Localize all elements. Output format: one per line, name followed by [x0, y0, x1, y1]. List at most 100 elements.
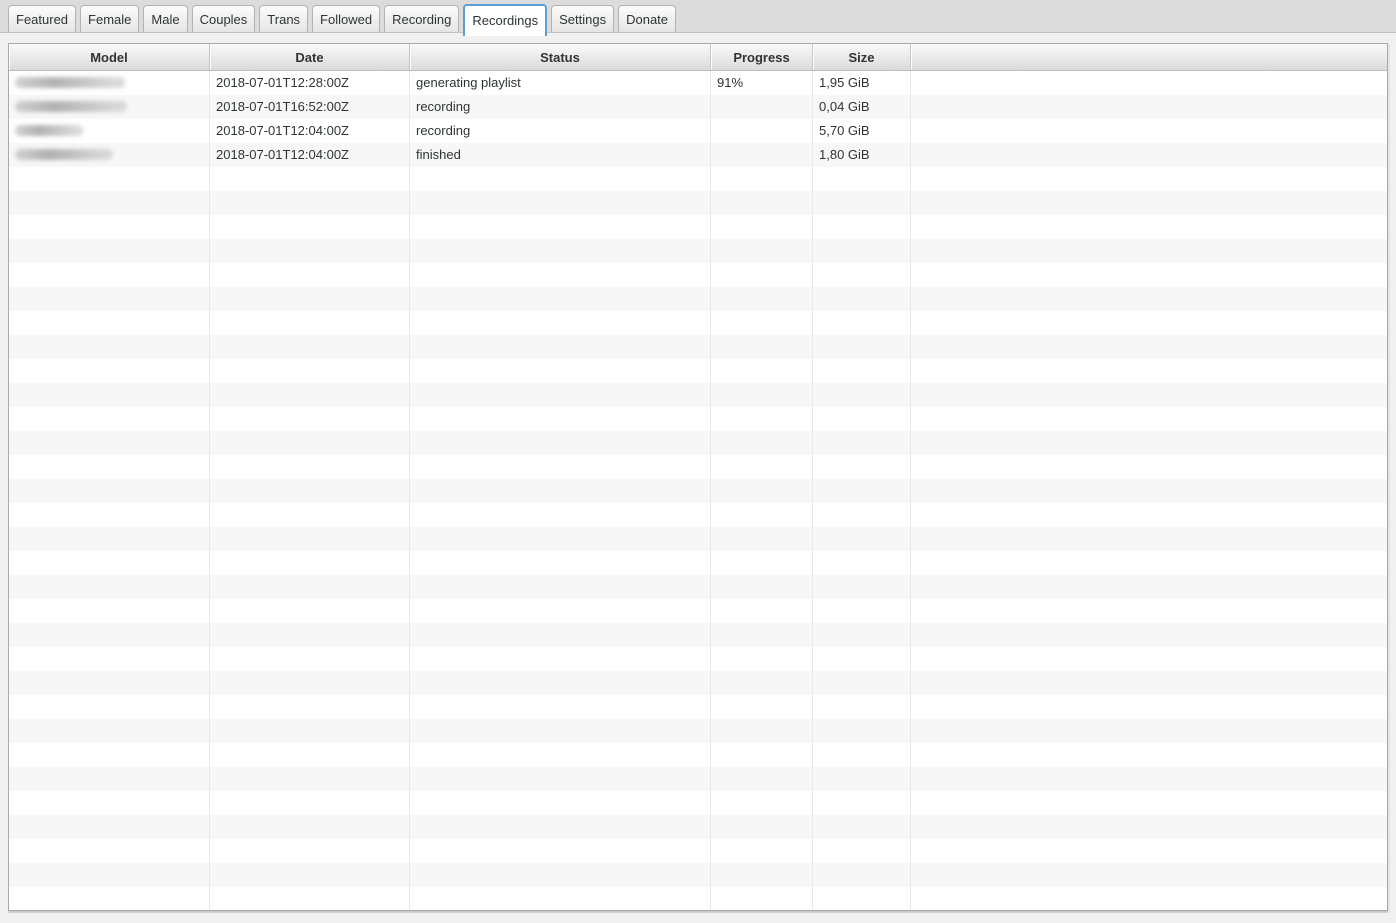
- cell-status: [410, 503, 711, 527]
- cell-spacer: [911, 815, 1387, 839]
- tab-couples[interactable]: Couples: [192, 5, 256, 32]
- cell-model: [9, 719, 210, 743]
- cell-progress: [711, 527, 813, 551]
- cell-status: [410, 839, 711, 863]
- cell-size: [813, 311, 911, 335]
- cell-status: [410, 647, 711, 671]
- cell-model: [9, 335, 210, 359]
- cell-spacer: [911, 599, 1387, 623]
- tab-female[interactable]: Female: [80, 5, 139, 32]
- cell-size: [813, 527, 911, 551]
- column-header-progress[interactable]: Progress: [711, 44, 813, 70]
- cell-status: [410, 575, 711, 599]
- cell-spacer: [911, 887, 1387, 911]
- recordings-table: ModelDateStatusProgressSize 2018-07-01T1…: [8, 43, 1388, 911]
- cell-progress: [711, 359, 813, 383]
- cell-size: [813, 191, 911, 215]
- cell-spacer: [911, 431, 1387, 455]
- cell-spacer: [911, 575, 1387, 599]
- tab-recordings[interactable]: Recordings: [463, 4, 547, 36]
- column-header-model[interactable]: Model: [9, 44, 210, 70]
- cell-spacer: [911, 623, 1387, 647]
- empty-row: [9, 239, 1387, 263]
- empty-row: [9, 479, 1387, 503]
- cell-model: [9, 863, 210, 887]
- recording-row[interactable]: 2018-07-01T16:52:00Zrecording0,04 GiB: [9, 95, 1387, 119]
- cell-date: [210, 263, 410, 287]
- recording-row[interactable]: 2018-07-01T12:04:00Zfinished1,80 GiB: [9, 143, 1387, 167]
- cell-spacer: [911, 743, 1387, 767]
- column-header-status[interactable]: Status: [410, 44, 711, 70]
- empty-row: [9, 551, 1387, 575]
- tab-featured[interactable]: Featured: [8, 5, 76, 32]
- cell-model: [9, 575, 210, 599]
- cell-model: [9, 767, 210, 791]
- column-header-date[interactable]: Date: [210, 44, 410, 70]
- cell-progress: [711, 239, 813, 263]
- cell-date: [210, 407, 410, 431]
- recording-row[interactable]: 2018-07-01T12:28:00Zgenerating playlist9…: [9, 71, 1387, 95]
- cell-progress: [711, 455, 813, 479]
- cell-date: [210, 887, 410, 911]
- cell-progress: [711, 215, 813, 239]
- cell-progress: [711, 143, 813, 167]
- tab-trans[interactable]: Trans: [259, 5, 308, 32]
- tab-donate[interactable]: Donate: [618, 5, 676, 32]
- recording-row[interactable]: 2018-07-01T12:04:00Zrecording5,70 GiB: [9, 119, 1387, 143]
- cell-model: [9, 167, 210, 191]
- cell-spacer: [911, 335, 1387, 359]
- cell-date: [210, 791, 410, 815]
- cell-status: [410, 767, 711, 791]
- cell-spacer: [911, 95, 1387, 119]
- cell-spacer: [911, 863, 1387, 887]
- cell-status: [410, 623, 711, 647]
- tab-followed[interactable]: Followed: [312, 5, 380, 32]
- empty-row: [9, 383, 1387, 407]
- cell-model: [9, 503, 210, 527]
- column-header-size[interactable]: Size: [813, 44, 911, 70]
- cell-date: [210, 647, 410, 671]
- cell-model: [9, 743, 210, 767]
- cell-status: [410, 407, 711, 431]
- cell-spacer: [911, 479, 1387, 503]
- cell-progress: [711, 431, 813, 455]
- cell-status: [410, 527, 711, 551]
- tab-male[interactable]: Male: [143, 5, 187, 32]
- cell-status: generating playlist: [410, 71, 711, 95]
- cell-model: [9, 71, 210, 95]
- cell-status: [410, 455, 711, 479]
- cell-date: [210, 527, 410, 551]
- cell-date: [210, 551, 410, 575]
- tab-settings[interactable]: Settings: [551, 5, 614, 32]
- empty-row: [9, 671, 1387, 695]
- cell-progress: [711, 599, 813, 623]
- cell-size: [813, 743, 911, 767]
- empty-row: [9, 503, 1387, 527]
- cell-date: [210, 767, 410, 791]
- empty-row: [9, 527, 1387, 551]
- cell-model: [9, 431, 210, 455]
- cell-size: 0,04 GiB: [813, 95, 911, 119]
- cell-progress: [711, 887, 813, 911]
- column-header-spacer: [911, 44, 1387, 70]
- cell-date: [210, 575, 410, 599]
- cell-model: [9, 815, 210, 839]
- cell-size: [813, 719, 911, 743]
- cell-size: [813, 647, 911, 671]
- cell-model: [9, 143, 210, 167]
- cell-progress: [711, 647, 813, 671]
- cell-date: [210, 599, 410, 623]
- redacted-model-name: [15, 125, 83, 136]
- cell-progress: [711, 791, 813, 815]
- empty-row: [9, 263, 1387, 287]
- cell-model: [9, 551, 210, 575]
- empty-row: [9, 767, 1387, 791]
- cell-progress: [711, 335, 813, 359]
- cell-model: [9, 647, 210, 671]
- cell-date: [210, 191, 410, 215]
- cell-model: [9, 455, 210, 479]
- cell-date: [210, 431, 410, 455]
- tab-recording[interactable]: Recording: [384, 5, 459, 32]
- cell-status: [410, 695, 711, 719]
- cell-status: [410, 191, 711, 215]
